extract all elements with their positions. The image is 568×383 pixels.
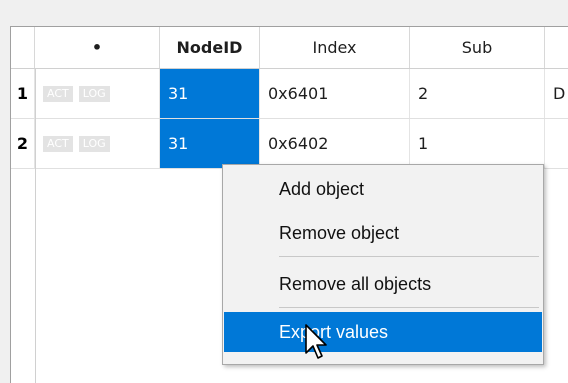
row-header-divider xyxy=(35,69,36,383)
act-tag[interactable]: ACT xyxy=(43,135,73,152)
context-menu: Add object Remove object Remove all obje… xyxy=(222,164,544,365)
index-cell[interactable]: 0x6401 xyxy=(260,69,410,118)
status-tags-cell: ACT LOG xyxy=(35,69,160,118)
menu-separator xyxy=(279,256,539,257)
header-sub[interactable]: Sub xyxy=(410,27,545,68)
status-tags-cell: ACT LOG xyxy=(35,119,160,168)
top-toolbar-strip xyxy=(0,0,568,26)
table-row[interactable]: 1 ACT LOG 31 0x6401 2 D xyxy=(11,69,568,119)
header-extra[interactable] xyxy=(545,27,568,68)
row-number[interactable]: 2 xyxy=(11,119,35,168)
mouse-pointer-icon xyxy=(305,324,327,359)
log-tag[interactable]: LOG xyxy=(78,85,110,102)
nodeid-cell[interactable]: 31 xyxy=(160,119,260,168)
header-nodeid[interactable]: NodeID xyxy=(160,27,260,68)
index-cell[interactable]: 0x6402 xyxy=(260,119,410,168)
sub-cell[interactable]: 2 xyxy=(410,69,545,118)
header-dot-column[interactable]: • xyxy=(35,27,160,68)
header-corner[interactable] xyxy=(11,27,35,68)
menu-item-remove-all-objects[interactable]: Remove all objects xyxy=(224,264,542,304)
log-tag[interactable]: LOG xyxy=(78,135,110,152)
extra-cell[interactable]: D xyxy=(545,69,568,118)
act-tag[interactable]: ACT xyxy=(43,85,73,102)
menu-item-export-values[interactable]: Export values xyxy=(224,312,542,352)
header-index[interactable]: Index xyxy=(260,27,410,68)
menu-separator xyxy=(279,307,539,308)
nodeid-cell[interactable]: 31 xyxy=(160,69,260,118)
extra-cell[interactable] xyxy=(545,119,568,168)
menu-item-add-object[interactable]: Add object xyxy=(224,169,542,209)
sub-cell[interactable]: 1 xyxy=(410,119,545,168)
grid-header: • NodeID Index Sub xyxy=(11,27,568,69)
row-number[interactable]: 1 xyxy=(11,69,35,118)
menu-item-remove-object[interactable]: Remove object xyxy=(224,213,542,253)
table-row[interactable]: 2 ACT LOG 31 0x6402 1 xyxy=(11,119,568,169)
